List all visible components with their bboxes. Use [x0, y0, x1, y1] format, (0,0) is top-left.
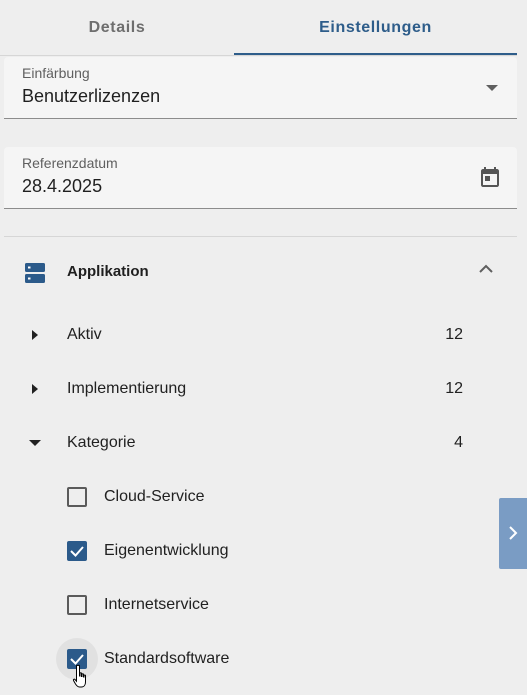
reference-date-value: 28.4.2025 [22, 176, 103, 196]
side-panel-toggle[interactable] [499, 498, 527, 569]
tree-item-aktiv[interactable]: Aktiv 12 [0, 320, 517, 350]
option-label: Internetservice [104, 596, 209, 613]
hand-pointer-icon [72, 664, 90, 690]
server-icon [24, 262, 46, 284]
tree-item-label: Implementierung [67, 380, 187, 397]
checkbox-unchecked[interactable] [67, 487, 87, 507]
tree-item-count: 12 [445, 326, 463, 343]
calendar-icon[interactable] [478, 165, 502, 189]
tree-item-count: 12 [445, 380, 463, 397]
caret-right-icon[interactable] [28, 382, 42, 396]
application-section-title[interactable]: Applikation [67, 263, 149, 280]
option-eigenentwicklung[interactable]: Eigenentwicklung [0, 536, 517, 566]
tree-item-count: 4 [454, 434, 463, 451]
chevron-right-icon [509, 526, 518, 540]
chevron-up-icon[interactable] [476, 262, 496, 276]
section-divider [4, 236, 517, 237]
caret-right-icon[interactable] [28, 328, 42, 342]
reference-date-label: Referenzdatum [22, 155, 118, 171]
checkbox-checked[interactable] [67, 541, 87, 561]
tree-item-label: Kategorie [67, 434, 136, 451]
caret-down-icon[interactable] [28, 436, 42, 450]
tab-bar: Details Einstellungen [0, 0, 517, 56]
option-internetservice[interactable]: Internetservice [0, 590, 517, 620]
option-label: Eigenentwicklung [104, 542, 229, 559]
coloring-select[interactable]: Einfärbung Benutzerlizenzen [4, 57, 517, 119]
reference-date-field[interactable]: Referenzdatum 28.4.2025 [4, 147, 517, 209]
tab-divider [0, 55, 517, 56]
checkbox-unchecked[interactable] [67, 595, 87, 615]
option-label: Cloud-Service [104, 488, 205, 505]
tree-item-kategorie[interactable]: Kategorie 4 [0, 428, 517, 458]
tree-item-implementierung[interactable]: Implementierung 12 [0, 374, 517, 404]
tab-settings[interactable]: Einstellungen [234, 0, 517, 55]
option-label: Standardsoftware [104, 650, 230, 667]
coloring-label: Einfärbung [22, 65, 90, 81]
tab-details[interactable]: Details [0, 0, 234, 55]
dropdown-arrow-icon[interactable] [486, 85, 498, 91]
coloring-value: Benutzerlizenzen [22, 86, 161, 106]
option-cloud-service[interactable]: Cloud-Service [0, 482, 517, 512]
tree-item-label: Aktiv [67, 326, 102, 343]
